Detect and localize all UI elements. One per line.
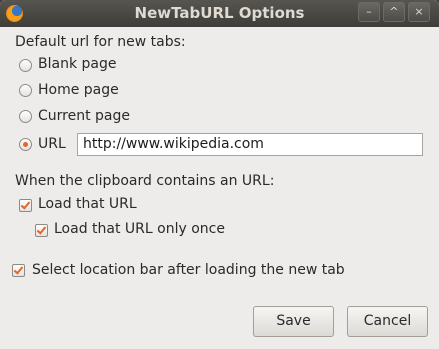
radio-label-url[interactable]: URL <box>38 136 66 152</box>
select-location-label[interactable]: Select location bar after loading the ne… <box>32 262 345 278</box>
load-once-label[interactable]: Load that URL only once <box>54 221 225 237</box>
load-once-checkbox[interactable] <box>35 224 48 237</box>
save-button[interactable]: Save <box>253 306 334 337</box>
radio-home-page[interactable] <box>19 84 32 97</box>
minimize-icon[interactable]: – <box>358 2 380 22</box>
radio-label-current-page[interactable]: Current page <box>38 108 130 124</box>
radio-label-blank-page[interactable]: Blank page <box>38 56 116 72</box>
load-url-label[interactable]: Load that URL <box>38 196 137 212</box>
dialog-body: Default url for new tabs: Blank page Hom… <box>0 27 439 349</box>
title-bar[interactable]: NewTabURL Options – ^ × <box>0 0 439 27</box>
default-url-heading: Default url for new tabs: <box>15 34 186 50</box>
clipboard-heading: When the clipboard contains an URL: <box>15 173 275 189</box>
load-url-checkbox[interactable] <box>19 199 32 212</box>
options-dialog: NewTabURL Options – ^ × Default url for … <box>0 0 439 349</box>
select-location-checkbox[interactable] <box>12 264 25 277</box>
close-icon[interactable]: × <box>408 2 430 22</box>
radio-current-page[interactable] <box>19 110 32 123</box>
cancel-button[interactable]: Cancel <box>347 306 428 337</box>
radio-blank-page[interactable] <box>19 59 32 72</box>
maximize-icon[interactable]: ^ <box>383 2 405 22</box>
radio-url[interactable] <box>19 138 32 151</box>
url-input[interactable]: http://www.wikipedia.com <box>77 133 423 156</box>
radio-label-home-page[interactable]: Home page <box>38 82 119 98</box>
